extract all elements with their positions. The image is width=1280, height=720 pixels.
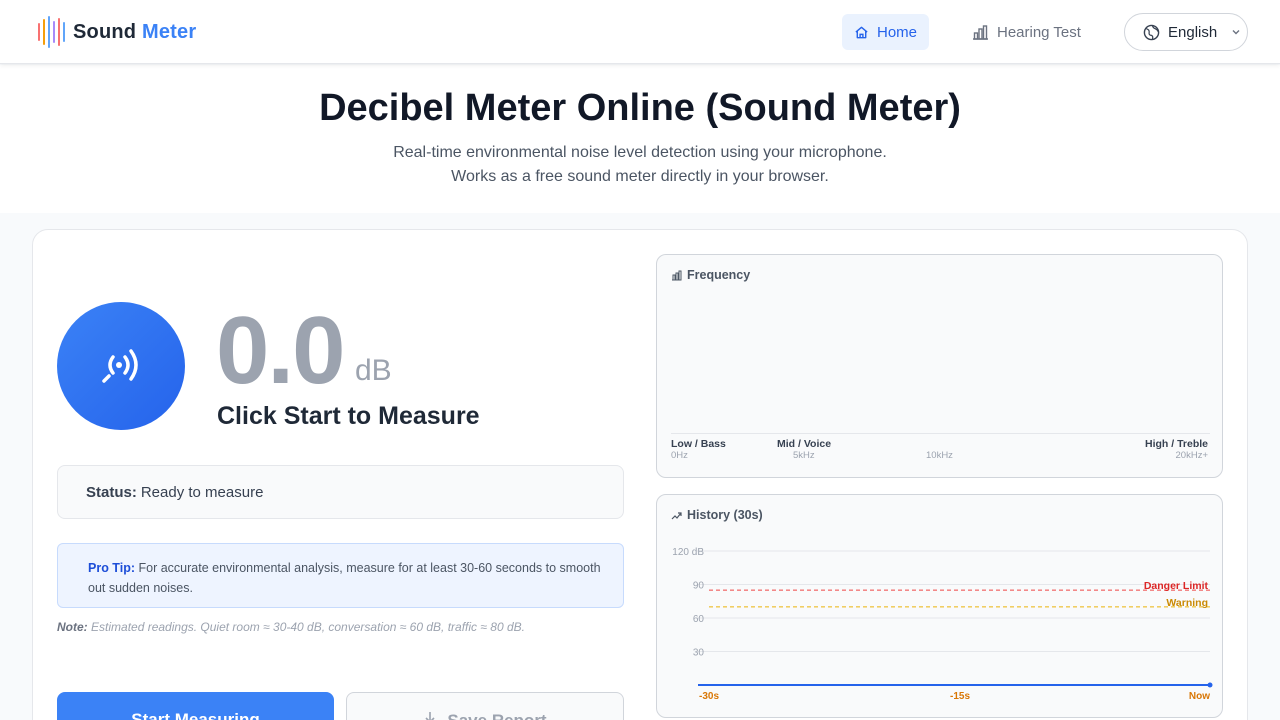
- chevron-down-icon: [1232, 30, 1240, 35]
- language-label: English: [1168, 23, 1218, 41]
- start-measuring-label: Start Measuring: [131, 710, 260, 720]
- history-current-point: [1207, 682, 1213, 688]
- nav-hearing-test-label: Hearing Test: [997, 23, 1081, 41]
- history-x-tick: -30s: [699, 691, 719, 702]
- download-icon: [425, 712, 435, 720]
- note-label: Note:: [57, 620, 88, 634]
- save-report-label: Save Report: [447, 711, 546, 720]
- frequency-baseline: [671, 433, 1210, 434]
- hero-subtitle-line1: Real-time environmental noise level dete…: [393, 144, 887, 161]
- nav-home-label: Home: [876, 23, 917, 41]
- freq-tick-20khz: 20kHz+: [1175, 450, 1208, 461]
- logo[interactable]: Sound Meter: [38, 16, 196, 48]
- note-text: Estimated readings. Quiet room ≈ 30-40 d…: [91, 620, 525, 634]
- history-x-tick: Now: [1189, 691, 1210, 702]
- freq-tick-5khz: 5kHz: [793, 450, 815, 461]
- history-chart: 120 dB 90 60 30 Danger Limit Warning -30s -15s N…: [672, 547, 1213, 702]
- top-navigation-bar: Sound Meter Home Hearing Test English: [0, 0, 1280, 64]
- history-y-tick: 120 dB: [672, 547, 704, 558]
- microphone-button[interactable]: [57, 302, 185, 430]
- history-panel: History (30s) 120 dB 90 60 30 Danger Limit Wa…: [656, 494, 1223, 718]
- freq-tick-0hz: 0Hz: [671, 450, 688, 461]
- logo-bars-icon: [38, 16, 65, 48]
- history-y-tick: 60: [693, 614, 705, 625]
- pro-tip-box: Pro Tip: For accurate environmental anal…: [57, 543, 624, 608]
- history-y-tick: 30: [693, 648, 705, 659]
- language-selector[interactable]: English: [1124, 13, 1248, 51]
- warning-label: Warning: [1166, 597, 1208, 609]
- home-icon: [855, 26, 868, 38]
- history-x-tick: -15s: [950, 691, 970, 702]
- danger-limit-label: Danger Limit: [1144, 580, 1209, 592]
- history-y-tick: 90: [693, 581, 705, 592]
- logo-word-sound: Sound: [73, 20, 137, 43]
- status-value: Ready to measure: [140, 483, 264, 501]
- frequency-title-label: Frequency: [687, 268, 751, 282]
- band-low-label: Low / Bass: [671, 438, 726, 450]
- hero-subtitle-line2: Works as a free sound meter directly in …: [451, 168, 829, 185]
- nav-hearing-test-link[interactable]: Hearing Test: [972, 14, 1081, 50]
- status-box: Status: Ready to measure: [57, 465, 624, 519]
- bar-chart-icon: [973, 24, 988, 40]
- status-label: Status:: [86, 483, 137, 501]
- meter-message: Click Start to Measure: [217, 402, 480, 430]
- logo-text: Sound Meter: [73, 21, 196, 44]
- save-report-button[interactable]: Save Report: [346, 692, 624, 720]
- decibel-value: 0.0: [216, 297, 345, 404]
- frequency-panel: Frequency Low / Bass Mid / Voice High / …: [656, 254, 1223, 478]
- band-high-label: High / Treble: [1144, 438, 1208, 450]
- band-mid-label: Mid / Voice: [777, 438, 832, 450]
- hero-section: Decibel Meter Online (Sound Meter) Real-…: [0, 65, 1280, 213]
- globe-icon: [1143, 24, 1160, 40]
- pro-tip-label: Pro Tip:: [88, 561, 135, 575]
- microphone-waves-icon: [102, 349, 138, 383]
- nav-home-link[interactable]: Home: [842, 14, 929, 50]
- logo-word-meter: Meter: [141, 20, 197, 43]
- page-title: Decibel Meter Online (Sound Meter): [319, 87, 961, 129]
- note-text-block: Note: Estimated readings. Quiet room ≈ 3…: [57, 620, 525, 634]
- decibel-unit: dB: [355, 354, 392, 387]
- start-measuring-button[interactable]: Start Measuring: [57, 692, 334, 720]
- bar-chart-icon: [672, 270, 682, 280]
- pro-tip-text: For accurate environmental analysis, mea…: [88, 561, 601, 595]
- freq-tick-10khz: 10kHz: [926, 450, 953, 461]
- frequency-title: Frequency: [671, 268, 750, 282]
